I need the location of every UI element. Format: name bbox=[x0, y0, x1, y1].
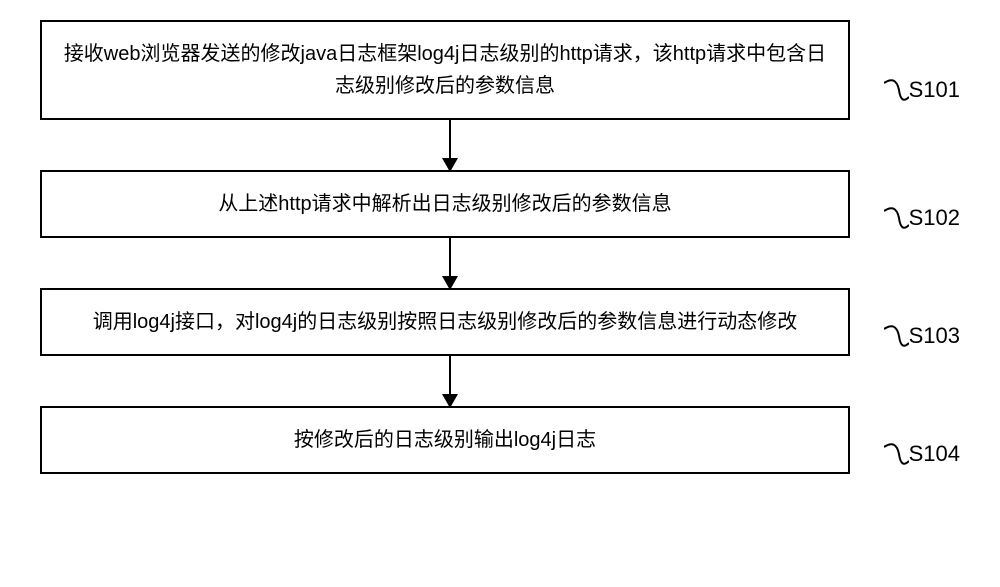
step-text-2: 从上述http请求中解析出日志级别修改后的参数信息 bbox=[218, 193, 671, 215]
step-text-3: 调用log4j接口，对log4j的日志级别按照日志级别修改后的参数信息进行动态修… bbox=[93, 311, 798, 333]
step-label-1: S101 bbox=[909, 77, 960, 103]
connector-curve-1 bbox=[884, 75, 909, 105]
flowchart-container: 接收web浏览器发送的修改java日志框架log4j日志级别的http请求，该h… bbox=[40, 20, 960, 474]
step-label-3: S103 bbox=[909, 323, 960, 349]
connector-curve-2 bbox=[884, 203, 909, 233]
step-box-3: 调用log4j接口，对log4j的日志级别按照日志级别修改后的参数信息进行动态修… bbox=[40, 288, 850, 356]
step-row-1: 接收web浏览器发送的修改java日志框架log4j日志级别的http请求，该h… bbox=[40, 20, 960, 120]
step-box-2: 从上述http请求中解析出日志级别修改后的参数信息 bbox=[40, 170, 850, 238]
step-box-1: 接收web浏览器发送的修改java日志框架log4j日志级别的http请求，该h… bbox=[40, 20, 850, 120]
step-label-group-2: S102 bbox=[884, 203, 960, 233]
step-label-group-3: S103 bbox=[884, 321, 960, 351]
arrow-2-3 bbox=[449, 238, 451, 288]
step-row-2: 从上述http请求中解析出日志级别修改后的参数信息 S102 bbox=[40, 170, 960, 238]
arrow-1-2 bbox=[449, 120, 451, 170]
step-text-4: 按修改后的日志级别输出log4j日志 bbox=[294, 429, 596, 451]
step-label-group-1: S101 bbox=[884, 75, 960, 105]
step-label-group-4: S104 bbox=[884, 439, 960, 469]
step-box-4: 按修改后的日志级别输出log4j日志 bbox=[40, 406, 850, 474]
step-label-4: S104 bbox=[909, 441, 960, 467]
step-text-1: 接收web浏览器发送的修改java日志框架log4j日志级别的http请求，该h… bbox=[64, 43, 826, 97]
step-row-4: 按修改后的日志级别输出log4j日志 S104 bbox=[40, 406, 960, 474]
arrow-3-4 bbox=[449, 356, 451, 406]
connector-curve-4 bbox=[884, 439, 909, 469]
step-label-2: S102 bbox=[909, 205, 960, 231]
connector-curve-3 bbox=[884, 321, 909, 351]
step-row-3: 调用log4j接口，对log4j的日志级别按照日志级别修改后的参数信息进行动态修… bbox=[40, 288, 960, 356]
